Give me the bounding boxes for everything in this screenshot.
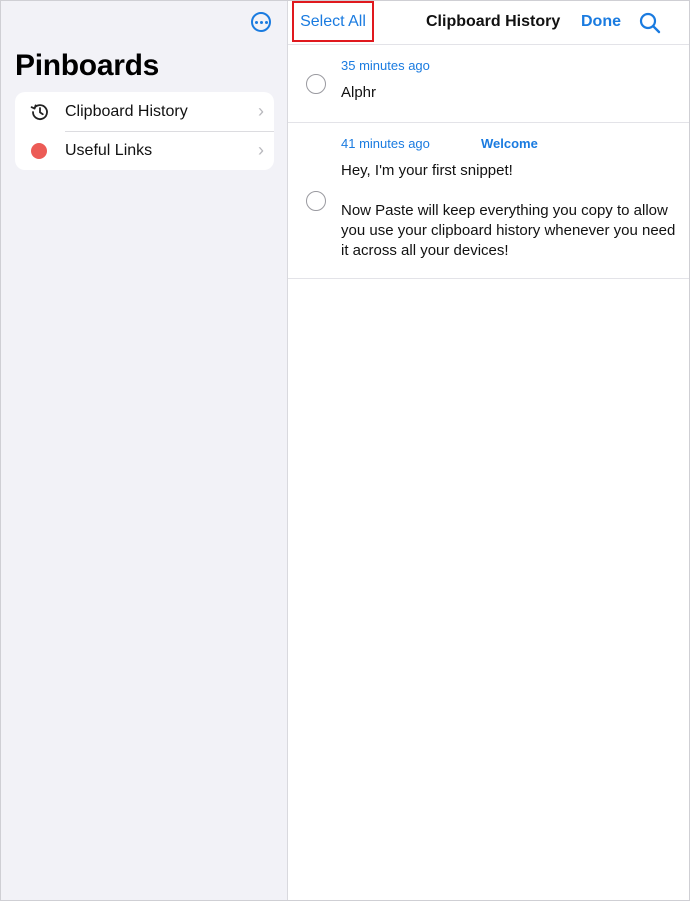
main-panel: Select All Clipboard History Done 35 min…: [288, 1, 689, 900]
sidebar-item-useful-links[interactable]: Useful Links ›: [15, 131, 274, 170]
clip-item[interactable]: 41 minutes ago Welcome Hey, I'm your fir…: [288, 123, 689, 279]
clip-timestamp: 41 minutes ago: [341, 136, 430, 151]
red-dot-icon: [31, 142, 47, 159]
sidebar-title: Pinboards: [15, 49, 159, 82]
select-radio[interactable]: [306, 191, 326, 211]
pinboard-list: Clipboard History › Useful Links ›: [15, 92, 274, 170]
sidebar-item-clipboard-history[interactable]: Clipboard History ›: [15, 92, 274, 131]
red-dot-icon-wrap: [15, 142, 65, 159]
chevron-right-icon: ›: [258, 101, 264, 121]
history-clock-icon: [15, 102, 65, 122]
chevron-right-icon: ›: [258, 140, 264, 160]
app-window: Pinboards Clipboard History › Useful Lin…: [0, 0, 690, 901]
select-radio[interactable]: [306, 74, 326, 94]
toolbar: Select All Clipboard History Done: [288, 1, 689, 45]
clip-text-line: Hey, I'm your first snippet!: [341, 162, 513, 179]
page-title: Clipboard History: [426, 13, 561, 30]
select-all-button[interactable]: Select All: [292, 1, 374, 42]
clip-text-paragraph: Now Paste will keep everything you copy …: [341, 202, 676, 259]
ellipsis-icon-dot: [259, 20, 263, 24]
ellipsis-icon: [254, 20, 258, 24]
done-button[interactable]: Done: [581, 13, 621, 31]
search-icon: [639, 12, 661, 34]
clip-timestamp: 35 minutes ago: [341, 58, 430, 73]
more-options-button[interactable]: [251, 12, 271, 32]
sidebar-item-label: Clipboard History: [65, 102, 188, 120]
search-button[interactable]: [638, 11, 662, 35]
ellipsis-icon-dot: [264, 20, 268, 24]
clip-text: Alphr: [341, 84, 377, 101]
sidebar-item-label: Useful Links: [65, 141, 153, 159]
clip-pinboard-tag: Welcome: [481, 136, 538, 151]
clip-item[interactable]: 35 minutes ago Alphr: [288, 45, 689, 123]
sidebar: Pinboards Clipboard History › Useful Lin…: [1, 1, 288, 900]
